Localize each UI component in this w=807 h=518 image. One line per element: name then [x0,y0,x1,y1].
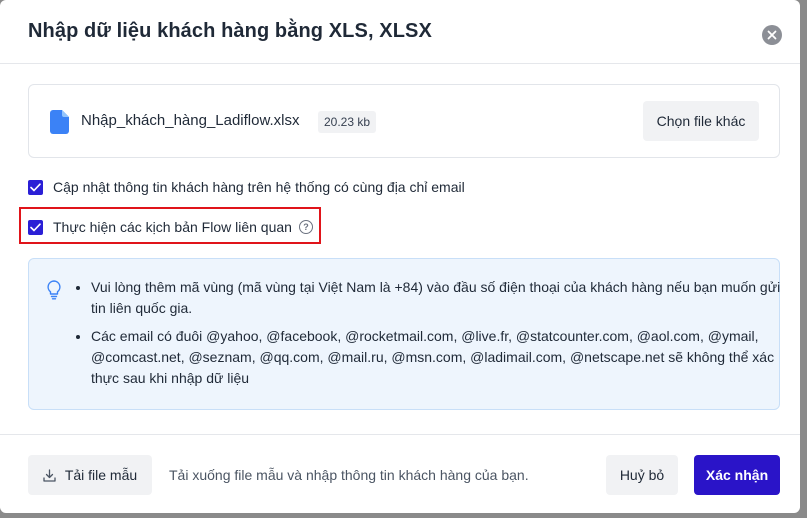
info-notice: Vui lòng thêm mã vùng (mã vùng tại Việt … [28,258,780,410]
download-template-button[interactable]: Tải file mẫu [28,455,152,495]
modal-title: Nhập dữ liệu khách hàng bằng XLS, XLSX [28,20,432,42]
close-icon [767,30,777,40]
highlight-box [19,207,321,244]
modal-header: Nhập dữ liệu khách hàng bằng XLS, XLSX [0,0,800,64]
import-customers-modal: Nhập dữ liệu khách hàng bằng XLS, XLSX N… [0,0,800,513]
download-icon [43,468,56,482]
file-size-badge: 20.23 kb [318,111,377,133]
info-item-phone: Vui lòng thêm mã vùng (mã vùng tại Việt … [91,277,781,319]
update-existing-checkbox[interactable] [28,179,43,195]
close-button[interactable] [762,25,782,45]
lightbulb-icon [47,280,61,300]
info-item-email: Các email có đuôi @yahoo, @facebook, @ro… [91,326,781,389]
update-existing-label: Cập nhật thông tin khách hàng trên hệ th… [53,179,465,195]
selected-file-panel: Nhập_khách_hàng_Ladiflow.xlsx 20.23 kb C… [28,84,780,158]
option-update-existing[interactable]: Cập nhật thông tin khách hàng trên hệ th… [28,179,465,195]
check-icon [30,182,41,191]
choose-other-file-button[interactable]: Chọn file khác [643,101,759,141]
cancel-button[interactable]: Huỷ bỏ [606,455,678,495]
download-hint: Tải xuống file mẫu và nhập thông tin khá… [169,467,529,483]
file-name: Nhập_khách_hàng_Ladiflow.xlsx [81,112,300,129]
confirm-button[interactable]: Xác nhận [694,455,780,495]
download-template-label: Tải file mẫu [64,467,138,483]
modal-footer: Tải file mẫu Tải xuống file mẫu và nhập … [0,434,800,513]
info-list: Vui lòng thêm mã vùng (mã vùng tại Việt … [75,277,781,396]
backdrop-edge [800,0,807,518]
file-icon [50,110,69,134]
